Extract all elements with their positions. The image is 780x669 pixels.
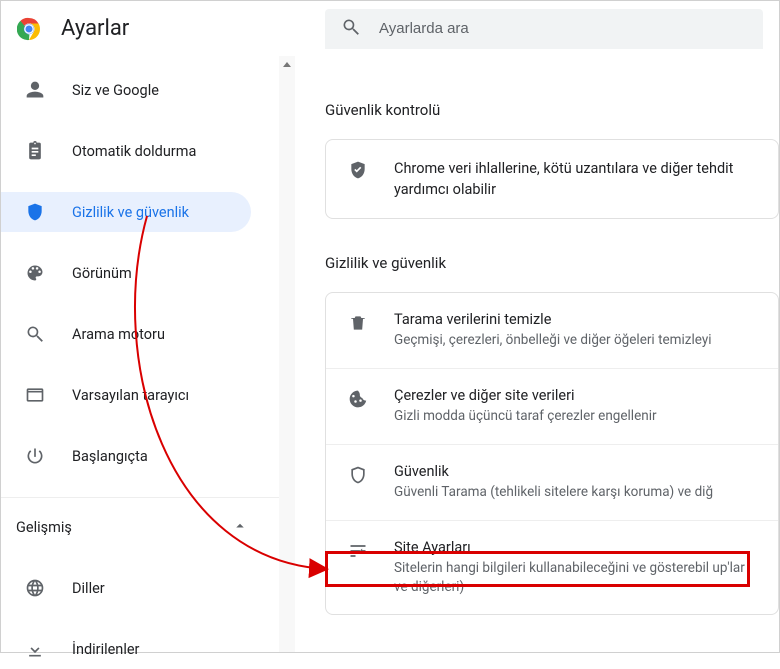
sidebar-item-appearance[interactable]: Görünüm [1, 253, 279, 293]
safety-check-card: Chrome veri ihlallerine, kötü uzantılara… [325, 139, 779, 219]
shield-check-icon [348, 158, 370, 184]
sidebar-item-label: Gizlilik ve güvenlik [72, 204, 189, 221]
row-subtitle: Geçmişi, çerezleri, önbelleği ve diğer ö… [394, 331, 712, 350]
search-icon [24, 324, 46, 344]
sidebar-item-search-engine[interactable]: Arama motoru [1, 314, 279, 354]
privacy-section-title: Gizlilik ve güvenlik [325, 254, 779, 272]
row-clear-browsing-data[interactable]: Tarama verilerini temizle Geçmişi, çerez… [326, 293, 778, 368]
safety-check-title: Güvenlik kontrolü [325, 101, 779, 119]
safety-check-row[interactable]: Chrome veri ihlallerine, kötü uzantılara… [326, 140, 778, 218]
download-icon [24, 639, 46, 659]
header: Ayarlar [1, 1, 779, 56]
safety-check-body: Chrome veri ihlallerine, kötü uzantılara… [394, 158, 756, 200]
shield-icon [24, 202, 46, 222]
row-title: Site Ayarları [394, 539, 756, 556]
sidebar-item-label: Diller [72, 580, 105, 597]
sidebar-item-label: Siz ve Google [72, 82, 159, 99]
row-title: Güvenlik [394, 463, 713, 480]
privacy-card: Tarama verilerini temizle Geçmişi, çerez… [325, 292, 779, 615]
power-icon [24, 446, 46, 466]
row-site-settings[interactable]: Site Ayarları Sitelerin hangi bilgileri … [326, 520, 778, 615]
app-title: Ayarlar [61, 16, 129, 41]
sidebar-item-downloads[interactable]: İndirilenler [1, 629, 279, 669]
sidebar-item-on-startup[interactable]: Başlangıçta [1, 436, 279, 476]
row-subtitle: Sitelerin hangi bilgileri kullanabileceğ… [394, 559, 756, 597]
row-cookies[interactable]: Çerezler ve diğer site verileri Gizli mo… [326, 368, 778, 444]
row-security[interactable]: Güvenlik Güvenli Tarama (tehlikeli sitel… [326, 444, 778, 520]
advanced-label: Gelişmiş [16, 519, 72, 536]
cookie-icon [348, 387, 370, 413]
sliders-icon [348, 539, 370, 565]
person-icon [24, 80, 46, 100]
search-bar[interactable] [325, 9, 763, 49]
sidebar-item-label: Varsayılan tarayıcı [72, 387, 189, 404]
sidebar-item-privacy[interactable]: Gizlilik ve güvenlik [1, 192, 251, 232]
search-icon [341, 17, 361, 41]
sidebar-item-label: Arama motoru [72, 326, 165, 343]
search-input[interactable] [379, 20, 747, 37]
scroll-up-icon [283, 62, 291, 67]
chrome-logo-icon [17, 17, 41, 41]
palette-icon [24, 263, 46, 283]
trash-icon [348, 311, 370, 337]
sidebar-item-default-browser[interactable]: Varsayılan tarayıcı [1, 375, 279, 415]
safety-check-text: Chrome veri ihlallerine, kötü uzantılara… [394, 158, 756, 200]
row-subtitle: Gizli modda üçüncü taraf çerezler engell… [394, 407, 657, 426]
sidebar-item-label: Görünüm [72, 265, 132, 282]
sidebar-scrollbar[interactable] [279, 56, 295, 652]
sidebar: Siz ve Google Otomatik doldurma Gizlilik… [1, 56, 279, 652]
sidebar-advanced-toggle[interactable]: Gelişmiş [1, 497, 279, 547]
browser-window-icon [24, 385, 46, 405]
sidebar-item-label: Otomatik doldurma [72, 143, 196, 160]
sidebar-item-languages[interactable]: Diller [1, 568, 279, 608]
row-title: Tarama verilerini temizle [394, 311, 712, 328]
sidebar-item-you-and-google[interactable]: Siz ve Google [1, 70, 279, 110]
header-left: Ayarlar [17, 16, 325, 41]
main-content: Güvenlik kontrolü Chrome veri ihlallerin… [295, 56, 779, 652]
sidebar-item-label: Başlangıçta [72, 448, 148, 465]
row-title: Çerezler ve diğer site verileri [394, 387, 657, 404]
chevron-up-icon [231, 517, 249, 539]
row-subtitle: Güvenli Tarama (tehlikeli sitelere karşı… [394, 483, 713, 502]
sidebar-item-autofill[interactable]: Otomatik doldurma [1, 131, 279, 171]
sidebar-item-label: İndirilenler [72, 641, 139, 658]
clipboard-icon [24, 141, 46, 161]
globe-icon [24, 578, 46, 598]
shield-outline-icon [348, 463, 370, 489]
